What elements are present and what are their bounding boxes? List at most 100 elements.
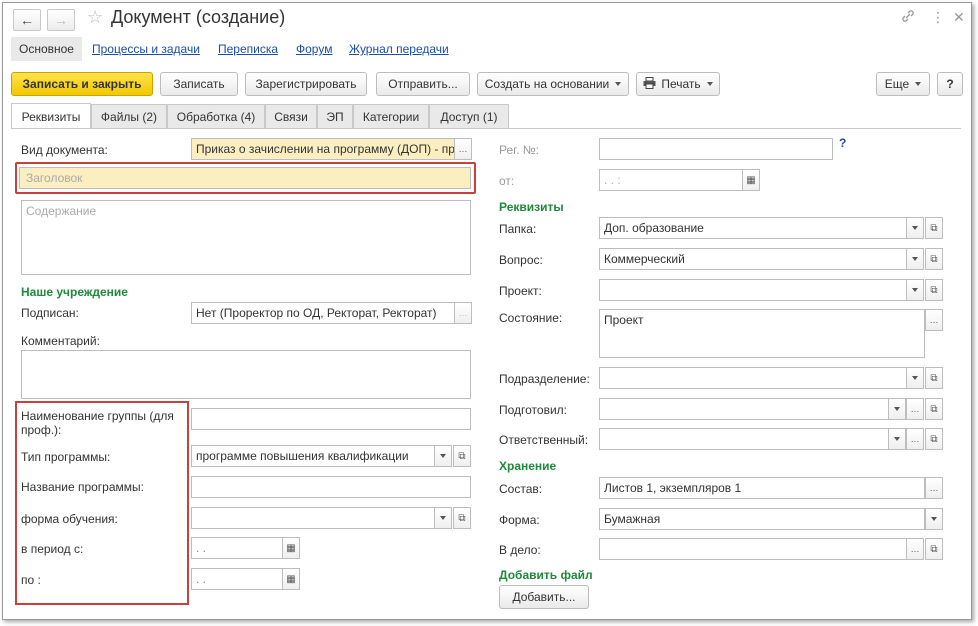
create-based-on-label: Создать на основании <box>484 77 610 91</box>
close-icon[interactable]: ✕ <box>953 9 965 26</box>
signed-field[interactable]: Нет (Проректор по ОД, Ректорат, Ректорат… <box>191 302 455 324</box>
to-case-open-button[interactable]: ⧉ <box>925 538 943 560</box>
question-open-button[interactable]: ⧉ <box>925 248 943 270</box>
prepared-select-button[interactable]: … <box>906 398 924 420</box>
comment-textarea[interactable] <box>21 350 471 399</box>
document-window: ← → ☆ Документ (создание) ⋮ ✕ Основное П… <box>2 2 972 620</box>
folder-open-button[interactable]: ⧉ <box>925 217 943 239</box>
study-form-open-button[interactable]: ⧉ <box>453 507 471 529</box>
save-and-close-button[interactable]: Записать и закрыть <box>11 72 153 96</box>
tab-digital-signature[interactable]: ЭП <box>317 104 353 128</box>
period-to-input[interactable]: . . <box>191 568 283 590</box>
chevron-down-icon <box>915 82 922 86</box>
program-name-input[interactable] <box>191 476 471 498</box>
nav-tab-main[interactable]: Основное <box>11 37 82 61</box>
project-open-button[interactable]: ⧉ <box>925 279 943 301</box>
doc-type-field[interactable]: Приказ о зачислении на программу (ДОП) -… <box>191 138 455 160</box>
nav-tab-transfer-log[interactable]: Журнал передачи <box>349 37 449 61</box>
project-label: Проект: <box>499 284 542 298</box>
division-dropdown-button[interactable] <box>906 367 924 389</box>
forward-button[interactable]: → <box>47 9 75 31</box>
signed-label: Подписан: <box>21 306 79 320</box>
tab-links[interactable]: Связи <box>265 104 317 128</box>
program-type-dropdown-button[interactable] <box>434 445 452 467</box>
more-label: Еще <box>884 77 910 91</box>
form-select[interactable]: Бумажная <box>599 508 925 530</box>
chevron-down-icon <box>706 82 713 86</box>
project-dropdown-button[interactable] <box>906 279 924 301</box>
more-vertical-icon[interactable]: ⋮ <box>931 9 945 26</box>
folder-select[interactable]: Доп. образование <box>599 217 907 239</box>
question-dropdown-button[interactable] <box>906 248 924 270</box>
content-textarea[interactable]: Содержание <box>21 200 471 275</box>
to-case-label: В дело: <box>499 543 541 557</box>
prepared-open-button[interactable]: ⧉ <box>925 398 943 420</box>
reg-no-label: Рег. №: <box>499 143 539 157</box>
program-type-open-button[interactable]: ⧉ <box>453 445 471 467</box>
division-label: Подразделение: <box>499 372 590 386</box>
responsible-select[interactable] <box>599 428 889 450</box>
state-select-button[interactable]: … <box>925 309 943 331</box>
division-open-button[interactable]: ⧉ <box>925 367 943 389</box>
calendar-icon[interactable]: ▦ <box>282 568 300 590</box>
form-dropdown-button[interactable] <box>925 508 943 530</box>
tab-files[interactable]: Файлы (2) <box>91 104 167 128</box>
tab-access[interactable]: Доступ (1) <box>429 104 509 128</box>
responsible-open-button[interactable]: ⧉ <box>925 428 943 450</box>
register-button[interactable]: Зарегистрировать <box>245 72 367 96</box>
folder-dropdown-button[interactable] <box>906 217 924 239</box>
nav-tab-processes[interactable]: Процессы и задачи <box>92 37 200 61</box>
reg-no-help-icon[interactable]: ? <box>839 136 846 150</box>
program-type-select[interactable]: программе повышения квалификации <box>191 445 435 467</box>
tab-requisites[interactable]: Реквизиты <box>11 103 91 129</box>
storage-header: Хранение <box>499 459 557 473</box>
program-type-label: Тип программы: <box>21 450 111 464</box>
add-file-button[interactable]: Добавить... <box>499 585 589 609</box>
date-label: от: <box>499 174 515 188</box>
date-input[interactable]: . . : <box>599 169 743 191</box>
star-icon[interactable]: ☆ <box>87 7 103 28</box>
composition-field[interactable]: Листов 1, экземпляров 1 <box>599 477 925 499</box>
reg-no-input[interactable] <box>599 138 833 160</box>
question-select[interactable]: Коммерческий <box>599 248 907 270</box>
tab-processing[interactable]: Обработка (4) <box>167 104 265 128</box>
folder-label: Папка: <box>499 222 537 236</box>
link-icon[interactable] <box>901 9 915 26</box>
to-case-select-button[interactable]: … <box>906 538 924 560</box>
more-button[interactable]: Еще <box>876 72 930 96</box>
back-button[interactable]: ← <box>13 9 41 31</box>
nav-tab-correspondence[interactable]: Переписка <box>218 37 278 61</box>
calendar-icon[interactable]: ▦ <box>282 537 300 559</box>
to-case-field[interactable] <box>599 538 907 560</box>
signed-select-button[interactable]: … <box>454 302 472 324</box>
program-name-label: Название программы: <box>21 480 144 494</box>
doc-type-select-button[interactable]: … <box>454 138 472 160</box>
prepared-select[interactable] <box>599 398 889 420</box>
title-highlight-box <box>15 162 476 194</box>
group-name-label: Наименование группы (для проф.): <box>21 409 174 437</box>
printer-icon <box>643 76 656 92</box>
create-based-on-button[interactable]: Создать на основании <box>477 72 629 96</box>
prepared-dropdown-button[interactable] <box>888 398 906 420</box>
state-field[interactable]: Проект <box>599 309 925 358</box>
responsible-select-button[interactable]: … <box>906 428 924 450</box>
print-button[interactable]: Печать <box>636 72 720 96</box>
period-from-input[interactable]: . . <box>191 537 283 559</box>
help-button[interactable]: ? <box>937 72 963 96</box>
project-select[interactable] <box>599 279 907 301</box>
period-to-label: по : <box>21 573 41 587</box>
group-name-input[interactable] <box>191 408 471 430</box>
composition-select-button[interactable]: … <box>925 477 943 499</box>
doc-type-label: Вид документа: <box>21 143 108 157</box>
division-select[interactable] <box>599 367 907 389</box>
nav-tab-forum[interactable]: Форум <box>296 37 332 61</box>
study-form-dropdown-button[interactable] <box>434 507 452 529</box>
tab-categories[interactable]: Категории <box>353 104 429 128</box>
study-form-select[interactable] <box>191 507 435 529</box>
chevron-down-icon <box>615 82 622 86</box>
calendar-icon[interactable]: ▦ <box>742 169 760 191</box>
responsible-dropdown-button[interactable] <box>888 428 906 450</box>
add-file-header: Добавить файл <box>499 568 593 582</box>
send-button[interactable]: Отправить... <box>376 72 470 96</box>
save-button[interactable]: Записать <box>160 72 238 96</box>
